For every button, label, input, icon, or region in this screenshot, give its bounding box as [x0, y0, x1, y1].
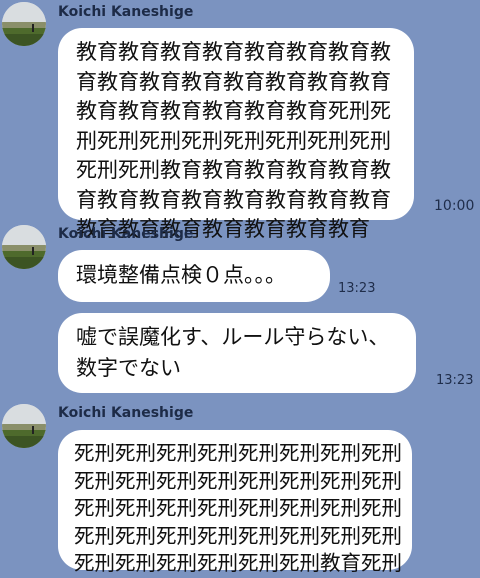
field-photo-icon — [2, 404, 46, 448]
field-photo-icon — [2, 2, 46, 46]
message-bubble[interactable]: 教育教育教育教育教育教育教育教育教育教育教育教育教育教育教育教育教育教育教育教育… — [58, 28, 414, 241]
message-bubble[interactable]: 嘘で誤魔化す、ルール守らない、 数字でない — [58, 313, 416, 393]
field-photo-icon — [2, 225, 46, 269]
sender-name: Koichi Kaneshige — [58, 405, 194, 421]
avatar[interactable] — [2, 404, 46, 448]
message-text: 死刑死刑死刑死刑死刑死刑死刑死刑死刑死刑死刑死刑死刑死刑死刑死刑死刑死刑死刑死刑… — [74, 441, 402, 575]
message-time: 13:23 — [338, 281, 376, 296]
avatar[interactable] — [2, 2, 46, 46]
sender-name: Koichi Kaneshige — [58, 226, 194, 242]
message-time: 13:23 — [436, 373, 474, 388]
avatar[interactable] — [2, 225, 46, 269]
message-text: 教育教育教育教育教育教育教育教育教育教育教育教育教育教育教育教育教育教育教育教育… — [76, 40, 391, 241]
message-text: 嘘で誤魔化す、ルール守らない、 数字でない — [76, 325, 390, 380]
sender-name: Koichi Kaneshige — [58, 4, 194, 20]
message-time: 10:00 — [434, 198, 475, 214]
message-text: 環境整備点検０点。。。 — [76, 263, 286, 287]
message-bubble[interactable]: 死刑死刑死刑死刑死刑死刑死刑死刑死刑死刑死刑死刑死刑死刑死刑死刑死刑死刑死刑死刑… — [58, 430, 412, 575]
message-bubble[interactable]: 環境整備点検０点。。。 — [58, 250, 330, 302]
chat-view: Koichi Kaneshige 教育教育教育教育教育教育教育教育教育教育教育教… — [0, 0, 480, 575]
